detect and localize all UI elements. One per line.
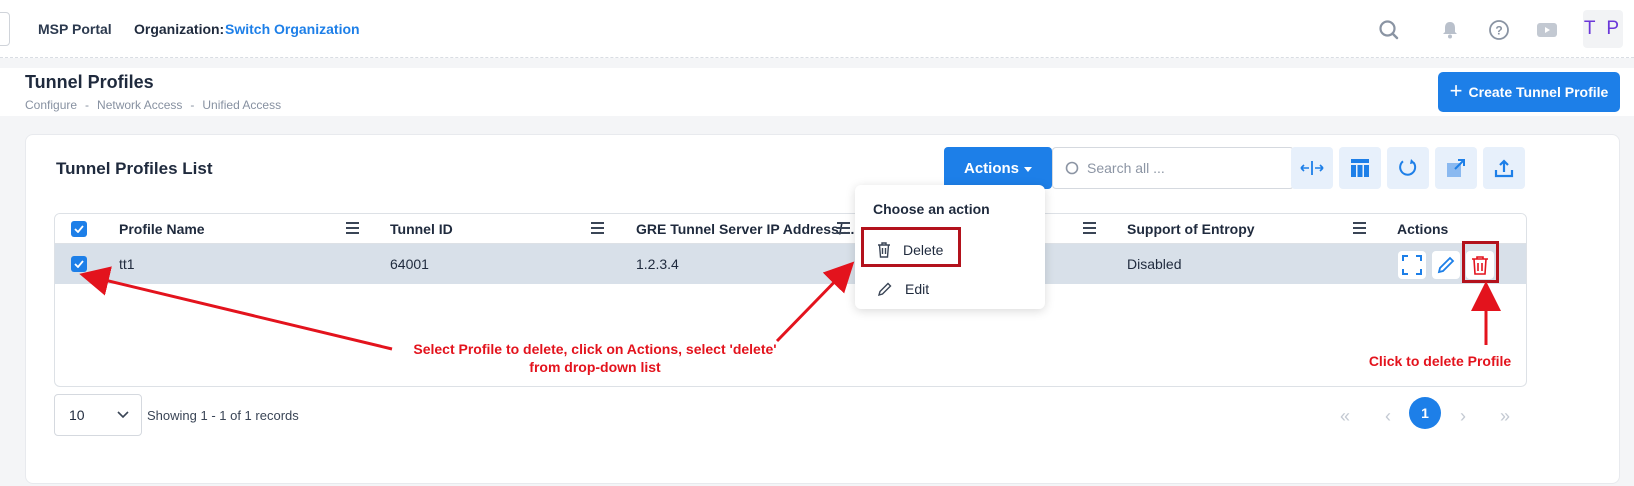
cell-tunnel-id: 64001: [390, 256, 429, 272]
search-icon: [1065, 161, 1079, 175]
refresh-icon: [1399, 159, 1417, 176]
column-header-tunnel-id[interactable]: Tunnel ID: [390, 221, 453, 237]
breadcrumb-unified-access[interactable]: Unified Access: [202, 98, 281, 112]
actions-button[interactable]: Actions: [944, 147, 1052, 189]
tunnel-profiles-card: Tunnel Profiles List Actions Profile Nam…: [25, 134, 1620, 484]
video-icon[interactable]: [1534, 17, 1560, 43]
column-header-actions: Actions: [1397, 221, 1449, 237]
check-icon: [74, 225, 84, 233]
cell-gre-ip: 1.2.3.4: [636, 256, 679, 272]
column-menu-icon[interactable]: [346, 222, 359, 234]
breadcrumb-configure[interactable]: Configure: [25, 98, 77, 112]
column-header-support-of-entropy[interactable]: Support of Entropy: [1127, 221, 1255, 237]
next-page-icon[interactable]: ›: [1450, 403, 1476, 429]
annotation-highlight-delete-button: [1462, 241, 1499, 283]
chevron-down-icon: [117, 411, 129, 419]
caret-down-icon: [1024, 166, 1032, 172]
column-menu-icon[interactable]: [837, 222, 850, 234]
search-box[interactable]: [1052, 147, 1294, 189]
actions-label: Actions: [963, 159, 1019, 177]
pencil-icon: [877, 282, 892, 297]
page-1-button[interactable]: 1: [1409, 397, 1441, 429]
cell-profile-name: tt1: [119, 256, 135, 272]
switch-organization-link[interactable]: Switch Organization: [225, 21, 360, 37]
export-button[interactable]: [1483, 147, 1525, 189]
page-size-select[interactable]: 10: [54, 394, 142, 436]
refresh-button[interactable]: [1387, 147, 1429, 189]
create-tunnel-profile-button[interactable]: + Create Tunnel Profile: [1438, 72, 1620, 112]
brand-name: MSP Portal: [38, 21, 112, 37]
top-bar: MSP Portal Organization: Switch Organiza…: [0, 0, 1634, 58]
plus-icon: +: [1449, 78, 1463, 103]
bell-icon[interactable]: [1437, 17, 1463, 43]
column-header-gre-ip[interactable]: GRE Tunnel Server IP Address/...: [636, 221, 854, 237]
select-all-checkbox[interactable]: [71, 221, 87, 237]
avatar[interactable]: T P: [1583, 10, 1623, 48]
page-header: Tunnel Profiles Configure - Network Acce…: [0, 68, 1634, 116]
breadcrumb-network-access[interactable]: Network Access: [97, 98, 182, 112]
records-summary: Showing 1 - 1 of 1 records: [147, 408, 299, 423]
table-header: Profile Name Tunnel ID GRE Tunnel Server…: [55, 214, 1526, 244]
external-link-icon: [1447, 159, 1465, 177]
svg-text:?: ?: [1495, 24, 1502, 38]
resize-columns-button[interactable]: [1291, 147, 1333, 189]
annotation-click-note: Click to delete Profile: [1368, 353, 1512, 369]
upload-icon: [1494, 159, 1514, 178]
column-menu-icon[interactable]: [1353, 222, 1366, 234]
edit-button[interactable]: [1432, 251, 1460, 279]
last-page-icon[interactable]: »: [1492, 403, 1518, 429]
pencil-icon: [1437, 256, 1455, 274]
resize-columns-icon: [1300, 161, 1324, 175]
column-header-profile-name[interactable]: Profile Name: [119, 221, 205, 237]
help-icon[interactable]: ?: [1486, 17, 1512, 43]
dropdown-title: Choose an action: [873, 201, 990, 217]
check-icon: [74, 260, 84, 268]
table-row[interactable]: tt1 64001 1.2.3.4 Disabled: [55, 244, 1526, 284]
annotation-highlight-delete-menu: [861, 227, 961, 267]
search-input[interactable]: [1087, 160, 1267, 176]
edit-menu-label: Edit: [905, 281, 930, 297]
columns-button[interactable]: [1339, 147, 1381, 189]
columns-icon: [1351, 159, 1369, 177]
expand-icon: [1402, 255, 1422, 275]
breadcrumb-separator: -: [190, 98, 195, 112]
previous-page-icon[interactable]: ‹: [1375, 403, 1401, 429]
create-tunnel-profile-label: Create Tunnel Profile: [1468, 84, 1609, 100]
view-details-button[interactable]: [1398, 251, 1426, 279]
first-page-icon[interactable]: «: [1332, 403, 1358, 429]
edit-menu-item[interactable]: Edit: [877, 281, 929, 297]
column-menu-icon[interactable]: [591, 222, 604, 234]
search-icon[interactable]: [1376, 17, 1402, 43]
annotation-select-note: Select Profile to delete, click on Actio…: [413, 341, 777, 375]
page-size-value: 10: [69, 407, 85, 423]
row-checkbox[interactable]: [71, 256, 87, 272]
profiles-table: Profile Name Tunnel ID GRE Tunnel Server…: [54, 213, 1527, 387]
column-menu-icon[interactable]: [1083, 222, 1096, 234]
page-title: Tunnel Profiles: [25, 72, 154, 92]
breadcrumb-separator: -: [85, 98, 90, 112]
list-title: Tunnel Profiles List: [56, 159, 213, 178]
organization-label: Organization:: [134, 21, 225, 37]
cell-support-of-entropy: Disabled: [1127, 256, 1182, 272]
breadcrumb: Configure - Network Access - Unified Acc…: [25, 98, 281, 112]
sidebar-toggle[interactable]: [0, 12, 10, 46]
expand-button[interactable]: [1435, 147, 1477, 189]
